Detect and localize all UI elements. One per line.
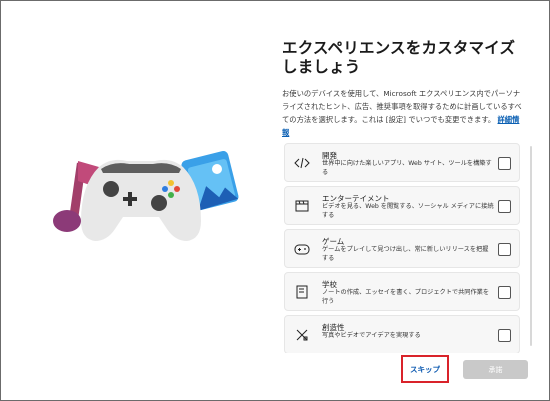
accept-button[interactable]: 承諾 [463,360,528,379]
list-scrollbar[interactable] [530,146,532,346]
option-subtitle: ゲームをプレイして見つけ出し、常に新しいリリースを把握する [322,246,489,262]
option-entertainment[interactable]: エンターテイメント ビデオを見る、Web を閲覧する、ソーシャル メディアに接続… [284,186,520,225]
description-text: お使いのデバイスを使用して、Microsoft エクスペリエンス内でパーソナライ… [282,89,522,124]
skip-button[interactable]: スキップ [401,355,449,383]
gamepad-icon [294,242,310,256]
accept-button-label: 承諾 [488,365,503,374]
game-controller-icon [81,159,201,241]
setup-window: エクスペリエンスをカスタマイズしましょう お使いのデバイスを使用して、Micro… [0,0,550,401]
option-checkbox[interactable] [498,329,511,342]
illustration [53,151,239,241]
option-subtitle: ビデオを見る、Web を閲覧する、ソーシャル メディアに接続する [322,203,494,219]
option-checkbox[interactable] [498,200,511,213]
option-subtitle: ノートの作成、エッセイを書く、プロジェクトで共同作業を行う [322,289,490,305]
options-list: 開発 世界中に向けた楽しいアプリ、Web サイト、ツールを構築する エンターテイ… [284,143,520,353]
option-school[interactable]: 学校 ノートの作成、エッセイを書く、プロジェクトで共同作業を行う [284,272,520,311]
option-creativity[interactable]: 創造性 写真やビデオでアイデアを実現する [284,315,520,353]
pen-ruler-icon [294,328,310,342]
option-development[interactable]: 開発 世界中に向けた楽しいアプリ、Web サイト、ツールを構築する [284,143,520,182]
clapperboard-icon [294,199,310,213]
option-subtitle: 世界中に向けた楽しいアプリ、Web サイト、ツールを構築する [322,160,492,176]
page-title: エクスペリエンスをカスタマイズしましょう [282,39,516,76]
option-checkbox[interactable] [498,286,511,299]
notebook-icon [294,285,310,299]
skip-button-label: スキップ [410,364,440,374]
code-icon [294,156,310,170]
description: お使いのデバイスを使用して、Microsoft エクスペリエンス内でパーソナライ… [282,87,522,139]
option-checkbox[interactable] [498,243,511,256]
option-gaming[interactable]: ゲーム ゲームをプレイして見つけ出し、常に新しいリリースを把握する [284,229,520,268]
option-checkbox[interactable] [498,157,511,170]
option-subtitle: 写真やビデオでアイデアを実現する [322,332,421,339]
